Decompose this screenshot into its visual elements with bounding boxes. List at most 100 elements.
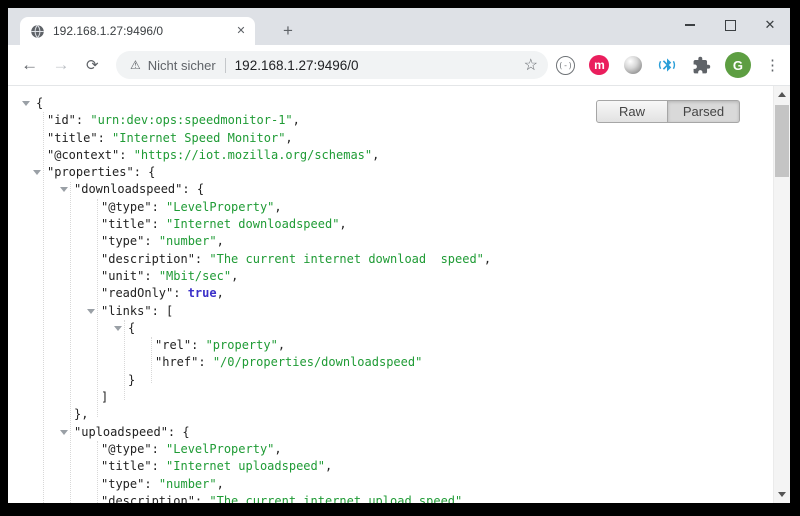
indent-guide <box>97 441 98 503</box>
json-token: , <box>217 286 224 300</box>
indent-guide <box>124 320 125 400</box>
json-token: "uploadspeed" <box>74 425 168 439</box>
circle-dash-extension-button[interactable]: (-) <box>555 55 576 76</box>
collapse-toggle-icon[interactable] <box>87 309 95 314</box>
json-token: ] <box>101 390 108 404</box>
json-token: true <box>188 286 217 300</box>
json-token: "number" <box>159 234 217 248</box>
json-token: "number" <box>159 477 217 491</box>
vertical-scrollbar[interactable] <box>773 86 790 503</box>
json-line: "unit": "Mbit/sec", <box>8 268 773 285</box>
address-bar[interactable]: ⚠ Nicht sicher 192.168.1.27:9496/0 ☆ <box>116 51 548 79</box>
json-token: , <box>325 459 332 473</box>
maximize-icon <box>725 20 736 31</box>
collapse-toggle-icon[interactable] <box>60 187 68 192</box>
profile-avatar[interactable]: G <box>725 52 751 78</box>
sphere-extension-button[interactable] <box>623 55 644 76</box>
scroll-down-icon <box>778 492 786 497</box>
collapse-toggle-icon[interactable] <box>33 170 41 175</box>
json-token: : <box>152 442 166 456</box>
indent-guide <box>43 112 44 503</box>
json-token: , <box>372 148 379 162</box>
json-line: "href": "/0/properties/downloadspeed" <box>8 354 773 371</box>
json-line: "@type": "LevelProperty", <box>8 199 773 216</box>
json-token: "@context" <box>47 148 119 162</box>
json-token: , <box>274 442 281 456</box>
refresh-button[interactable]: ⟳ <box>81 52 104 78</box>
extensions-menu-button[interactable] <box>691 55 712 76</box>
forward-button[interactable]: → <box>49 52 72 78</box>
json-token: "property" <box>206 338 278 352</box>
json-line: "title": "Internet uploadspeed", <box>8 458 773 475</box>
json-token: "unit" <box>101 269 144 283</box>
close-window-button[interactable]: ✕ <box>750 8 790 42</box>
scroll-down-button[interactable] <box>774 487 790 502</box>
json-line: "type": "number", <box>8 476 773 493</box>
json-token: : <box>76 113 90 127</box>
json-line: "title": "Internet Speed Monitor", <box>8 130 773 147</box>
scrollbar-thumb[interactable] <box>775 105 789 177</box>
collapse-toggle-icon[interactable] <box>114 326 122 331</box>
scroll-up-button[interactable] <box>774 87 790 102</box>
browser-window: 192.168.1.27:9496/0 ✕ + ✕ ← → ⟳ ⚠ Nicht … <box>8 8 790 503</box>
window-controls: ✕ <box>670 8 790 42</box>
warning-icon: ⚠ <box>130 58 141 72</box>
json-token: : <box>144 477 158 491</box>
page-content: {"id": "urn:dev:ops:speedmonitor-1","tit… <box>8 86 790 503</box>
json-token: : <box>198 355 212 369</box>
json-token: : <box>195 494 209 503</box>
json-token: : <box>98 131 112 145</box>
json-line: ] <box>8 389 773 406</box>
collapse-toggle-icon[interactable] <box>60 430 68 435</box>
json-token: , <box>274 200 281 214</box>
json-token: }, <box>74 407 88 421</box>
browser-toolbar: ← → ⟳ ⚠ Nicht sicher 192.168.1.27:9496/0… <box>8 45 790 86</box>
json-token: : <box>144 234 158 248</box>
json-line: "downloadspeed": { <box>8 181 773 198</box>
json-token: "Internet downloadspeed" <box>166 217 339 231</box>
back-button[interactable]: ← <box>18 52 41 78</box>
browser-menu-button[interactable]: ⋮ <box>765 56 780 74</box>
m-badge-extension-button[interactable]: m <box>589 55 610 76</box>
collapse-toggle-icon[interactable] <box>22 101 30 106</box>
json-token: "The current internet download speed" <box>209 252 484 266</box>
json-line: "@context": "https://iot.mozilla.org/sch… <box>8 147 773 164</box>
tab-strip: 192.168.1.27:9496/0 ✕ + ✕ <box>8 8 790 45</box>
json-token: : <box>152 217 166 231</box>
json-token: "@type" <box>101 442 152 456</box>
url-text[interactable]: 192.168.1.27:9496/0 <box>235 58 359 73</box>
json-token: : [ <box>152 304 174 318</box>
json-token: , <box>278 338 285 352</box>
bluetooth-extension-button[interactable] <box>657 55 678 76</box>
minimize-icon <box>685 24 695 26</box>
browser-tab[interactable]: 192.168.1.27:9496/0 ✕ <box>20 17 255 45</box>
security-label[interactable]: Nicht sicher <box>148 58 216 73</box>
json-token: , <box>217 234 224 248</box>
indent-guide <box>70 182 71 504</box>
json-line: "title": "Internet downloadspeed", <box>8 216 773 233</box>
json-token: } <box>128 373 135 387</box>
m-badge-icon: m <box>589 55 609 75</box>
bluetooth-icon <box>657 55 677 75</box>
json-viewer: {"id": "urn:dev:ops:speedmonitor-1","tit… <box>8 86 773 503</box>
extensions-row: (-) m G ⋮ <box>555 52 790 78</box>
json-token: "LevelProperty" <box>166 442 274 456</box>
json-token: "properties" <box>47 165 134 179</box>
bookmark-star-icon[interactable]: ☆ <box>524 55 538 75</box>
minimize-button[interactable] <box>670 8 710 42</box>
json-line: "readOnly": true, <box>8 285 773 302</box>
json-line: }, <box>8 406 773 423</box>
json-token: { <box>36 96 43 110</box>
maximize-button[interactable] <box>710 8 750 42</box>
close-icon: ✕ <box>765 17 776 33</box>
json-token: "urn:dev:ops:speedmonitor-1" <box>90 113 292 127</box>
raw-button[interactable]: Raw <box>596 100 668 123</box>
json-token: "LevelProperty" <box>166 200 274 214</box>
parsed-button[interactable]: Parsed <box>668 100 740 123</box>
json-token: "@type" <box>101 200 152 214</box>
json-token: "links" <box>101 304 152 318</box>
json-token: { <box>128 321 135 335</box>
json-token: "description" <box>101 252 195 266</box>
tab-close-icon[interactable]: ✕ <box>233 23 249 39</box>
new-tab-button[interactable]: + <box>274 17 302 45</box>
